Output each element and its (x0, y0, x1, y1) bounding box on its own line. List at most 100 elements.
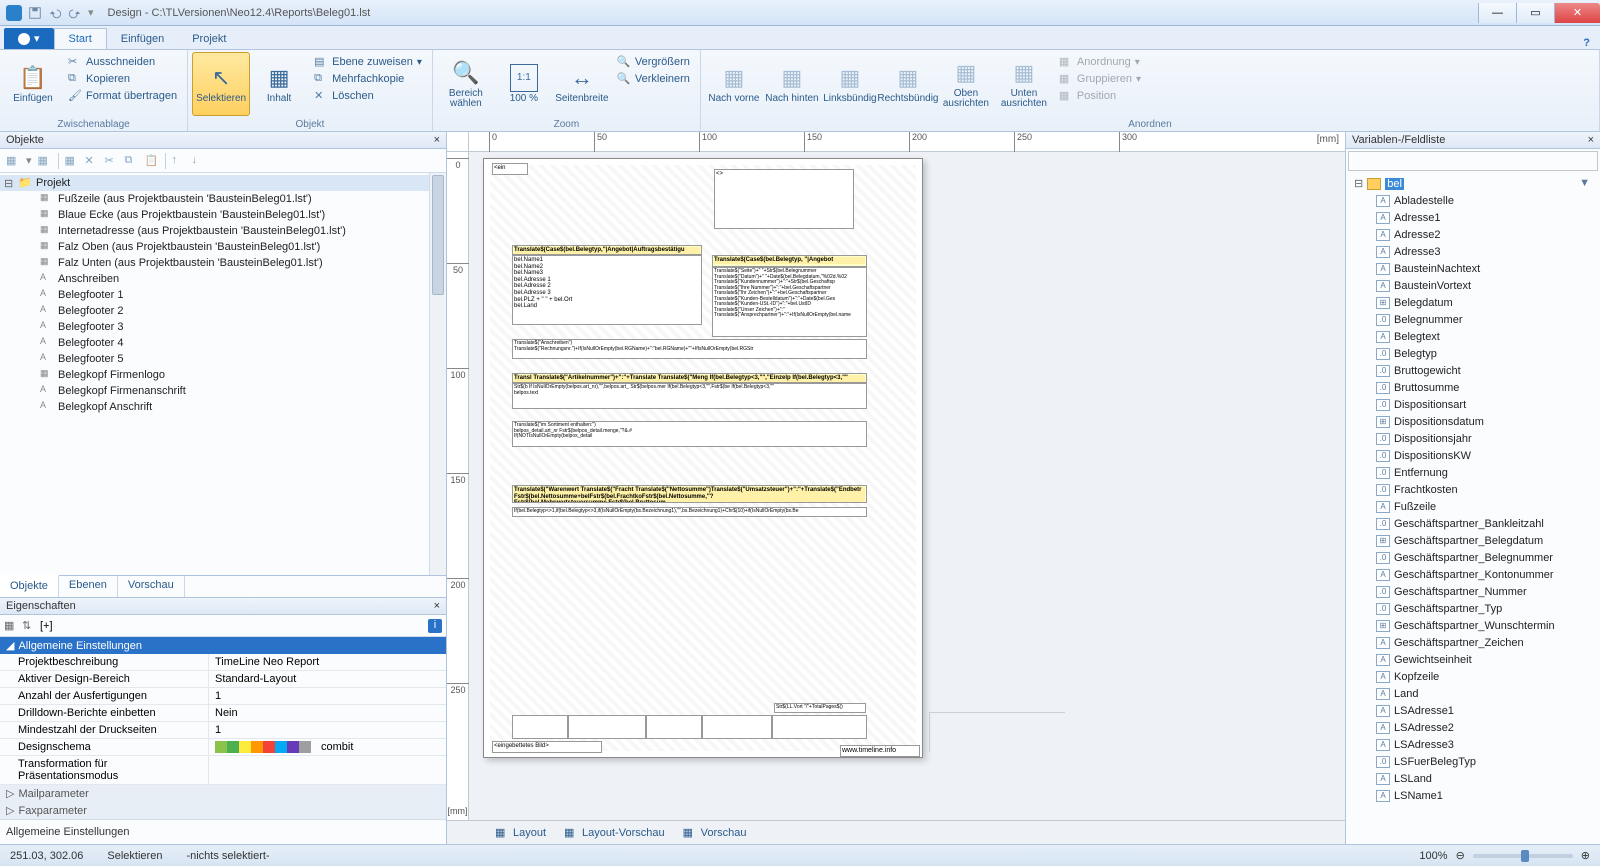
field-item[interactable]: AAbladestelle (1346, 192, 1600, 209)
tree-item[interactable]: ▦Falz Unten (aus Projektbaustein 'Bauste… (0, 255, 446, 271)
paste-button[interactable]: 📋Einfügen (4, 52, 62, 116)
obj-url[interactable]: www.timeline.info (840, 745, 920, 757)
tree-item[interactable]: ▦Falz Oben (aus Projektbaustein 'Baustei… (0, 239, 446, 255)
obj-f2[interactable] (568, 715, 646, 739)
field-item[interactable]: .0Frachtkosten (1346, 481, 1600, 498)
tree-item[interactable]: ABelegfooter 3 (0, 319, 446, 335)
field-item[interactable]: ALSName1 (1346, 787, 1600, 804)
assign-layer-button[interactable]: ▤Ebene zuweisen▾ (312, 54, 424, 70)
copy-button[interactable]: ⧉Kopieren (66, 71, 179, 87)
close-icon[interactable]: × (434, 134, 440, 146)
field-item[interactable]: ABausteinNachtext (1346, 260, 1600, 277)
obj-f4[interactable] (702, 715, 772, 739)
field-root[interactable]: ⊟ bel (1346, 175, 1600, 192)
field-item[interactable]: AAdresse2 (1346, 226, 1600, 243)
delete-button[interactable]: ✕Löschen (312, 88, 424, 104)
zoom-in-button[interactable]: 🔍Vergrößern (615, 54, 692, 70)
tab-ebenen[interactable]: Ebenen (59, 576, 118, 597)
obj-title2[interactable]: Translate$(Case$(bel.Belegtyp, "|Angebot (712, 255, 867, 267)
field-item[interactable]: .0Dispositionsjahr (1346, 430, 1600, 447)
field-item[interactable]: .0Bruttogewicht (1346, 362, 1600, 379)
objects-tree[interactable]: ⊟📁Projekt ▦Fußzeile (aus Projektbaustein… (0, 173, 446, 575)
maximize-button[interactable]: ▭ (1516, 3, 1554, 23)
down-icon[interactable]: ↓ (192, 154, 206, 168)
align-top-button[interactable]: ▦Oben ausrichten (937, 52, 995, 116)
zoom-100-button[interactable]: 1:1100 % (495, 52, 553, 116)
tab-layout-preview[interactable]: ▦Layout-Vorschau (564, 826, 665, 840)
info-icon[interactable]: i (428, 619, 442, 633)
prop-row[interactable]: Drilldown-Berichte einbettenNein (0, 705, 446, 722)
position-button[interactable]: ▦Position (1057, 88, 1143, 104)
obj-page-footer[interactable]: Str$(LL.Vort "/"+TotalPages$() (774, 703, 866, 713)
field-item[interactable]: .0DispositionsKW (1346, 447, 1600, 464)
page-width-button[interactable]: ↔Seitenbreite (553, 52, 611, 116)
field-item[interactable]: .0Belegtyp (1346, 345, 1600, 362)
field-item[interactable]: AGeschäftspartner_Zeichen (1346, 634, 1600, 651)
field-item[interactable]: AAdresse1 (1346, 209, 1600, 226)
tab-einfuegen[interactable]: Einfügen (107, 29, 178, 49)
obj-meta[interactable]: Translate$("Seite")+" "+Str$(bel.Belegnu… (712, 267, 867, 337)
zoom-out-button[interactable]: ⊖ (1456, 849, 1465, 862)
zoom-in-button[interactable]: ⊕ (1581, 849, 1590, 862)
field-item[interactable]: .0Geschäftspartner_Typ (1346, 600, 1600, 617)
tab-start[interactable]: Start (54, 28, 107, 49)
cut-button[interactable]: ✂Ausschneiden (66, 54, 179, 70)
align-right-button[interactable]: ▦Rechtsbündig (879, 52, 937, 116)
zoom-area-button[interactable]: 🔍Bereich wählen (437, 52, 495, 116)
tool-icon[interactable]: ▦ (65, 154, 79, 168)
report-page[interactable]: <ein <> Translate$(Case$(bel.Belegtyp,"|… (483, 158, 923, 758)
field-item[interactable]: ALSAdresse2 (1346, 719, 1600, 736)
prop-group-mail[interactable]: ▷Mailparameter (0, 785, 446, 802)
prop-group-fax[interactable]: ▷Faxparameter (0, 802, 446, 819)
select-button[interactable]: ↖Selektieren (192, 52, 250, 116)
tree-item[interactable]: AAnschreiben (0, 271, 446, 287)
field-item[interactable]: AGewichtseinheit (1346, 651, 1600, 668)
field-item[interactable]: ALSAdresse3 (1346, 736, 1600, 753)
field-item[interactable]: AKopfzeile (1346, 668, 1600, 685)
obj-f3[interactable] (646, 715, 702, 739)
filter-dropdown[interactable] (1348, 151, 1598, 171)
help-icon[interactable]: ? (1583, 37, 1590, 49)
field-item[interactable]: AAdresse3 (1346, 243, 1600, 260)
field-item[interactable]: ABausteinVortext (1346, 277, 1600, 294)
up-icon[interactable]: ↑ (172, 154, 186, 168)
app-icon[interactable] (6, 5, 22, 21)
tree-item[interactable]: ▦Blaue Ecke (aus Projektbaustein 'Bauste… (0, 207, 446, 223)
prop-row[interactable]: Mindestzahl der Druckseiten1 (0, 722, 446, 739)
tree-item[interactable]: ▦Belegkopf Firmenlogo (0, 367, 446, 383)
field-item[interactable]: ⊞Geschäftspartner_Belegdatum (1346, 532, 1600, 549)
prop-row[interactable]: Designschemacombit (0, 739, 446, 756)
tab-objekte[interactable]: Objekte (0, 575, 59, 597)
paste-icon[interactable]: 📋 (145, 154, 159, 168)
field-item[interactable]: ⊞Geschäftspartner_Wunschtermin (1346, 617, 1600, 634)
prop-group[interactable]: ◢Allgemeine Einstellungen (0, 637, 446, 654)
prop-row[interactable]: Anzahl der Ausfertigungen1 (0, 688, 446, 705)
align-left-button[interactable]: ▦Linksbündig (821, 52, 879, 116)
field-item[interactable]: .0Bruttosumme (1346, 379, 1600, 396)
prop-row[interactable]: ProjektbeschreibungTimeLine Neo Report (0, 654, 446, 671)
close-icon[interactable]: × (434, 600, 440, 612)
content-button[interactable]: ▦Inhalt (250, 52, 308, 116)
obj-logo[interactable]: <> (714, 169, 854, 229)
field-item[interactable]: ALSLand (1346, 770, 1600, 787)
field-item[interactable]: .0LSFuerBelegTyp (1346, 753, 1600, 770)
tab-projekt[interactable]: Projekt (178, 29, 240, 49)
tool-icon[interactable]: ▦ (6, 154, 20, 168)
copy-icon[interactable]: ⧉ (125, 154, 139, 168)
tree-root[interactable]: ⊟📁Projekt (0, 175, 446, 191)
filter-icon[interactable]: ▼ (1579, 177, 1590, 189)
obj-sum[interactable]: Translate$("Warenwert Translate$("Fracht… (512, 485, 867, 503)
field-item[interactable]: .0Belegnummer (1346, 311, 1600, 328)
obj-tag[interactable]: <ein (492, 163, 528, 175)
obj-cond[interactable]: If(bel.Belegtyp<>1,if(bel.Belegtyp<>3,if… (512, 507, 867, 517)
tree-item[interactable]: ABelegfooter 5 (0, 351, 446, 367)
obj-image[interactable]: <eingebettetes Bild> (492, 741, 602, 753)
tree-item[interactable]: ▦Internetadresse (aus Projektbaustein 'B… (0, 223, 446, 239)
tree-item[interactable]: ABelegfooter 4 (0, 335, 446, 351)
field-item[interactable]: AFußzeile (1346, 498, 1600, 515)
design-canvas[interactable]: <ein <> Translate$(Case$(bel.Belegtyp,"|… (469, 152, 1345, 820)
field-item[interactable]: .0Geschäftspartner_Nummer (1346, 583, 1600, 600)
format-painter-button[interactable]: 🖌Format übertragen (66, 88, 179, 104)
minimize-button[interactable]: — (1478, 3, 1516, 23)
align-bottom-button[interactable]: ▦Unten ausrichten (995, 52, 1053, 116)
